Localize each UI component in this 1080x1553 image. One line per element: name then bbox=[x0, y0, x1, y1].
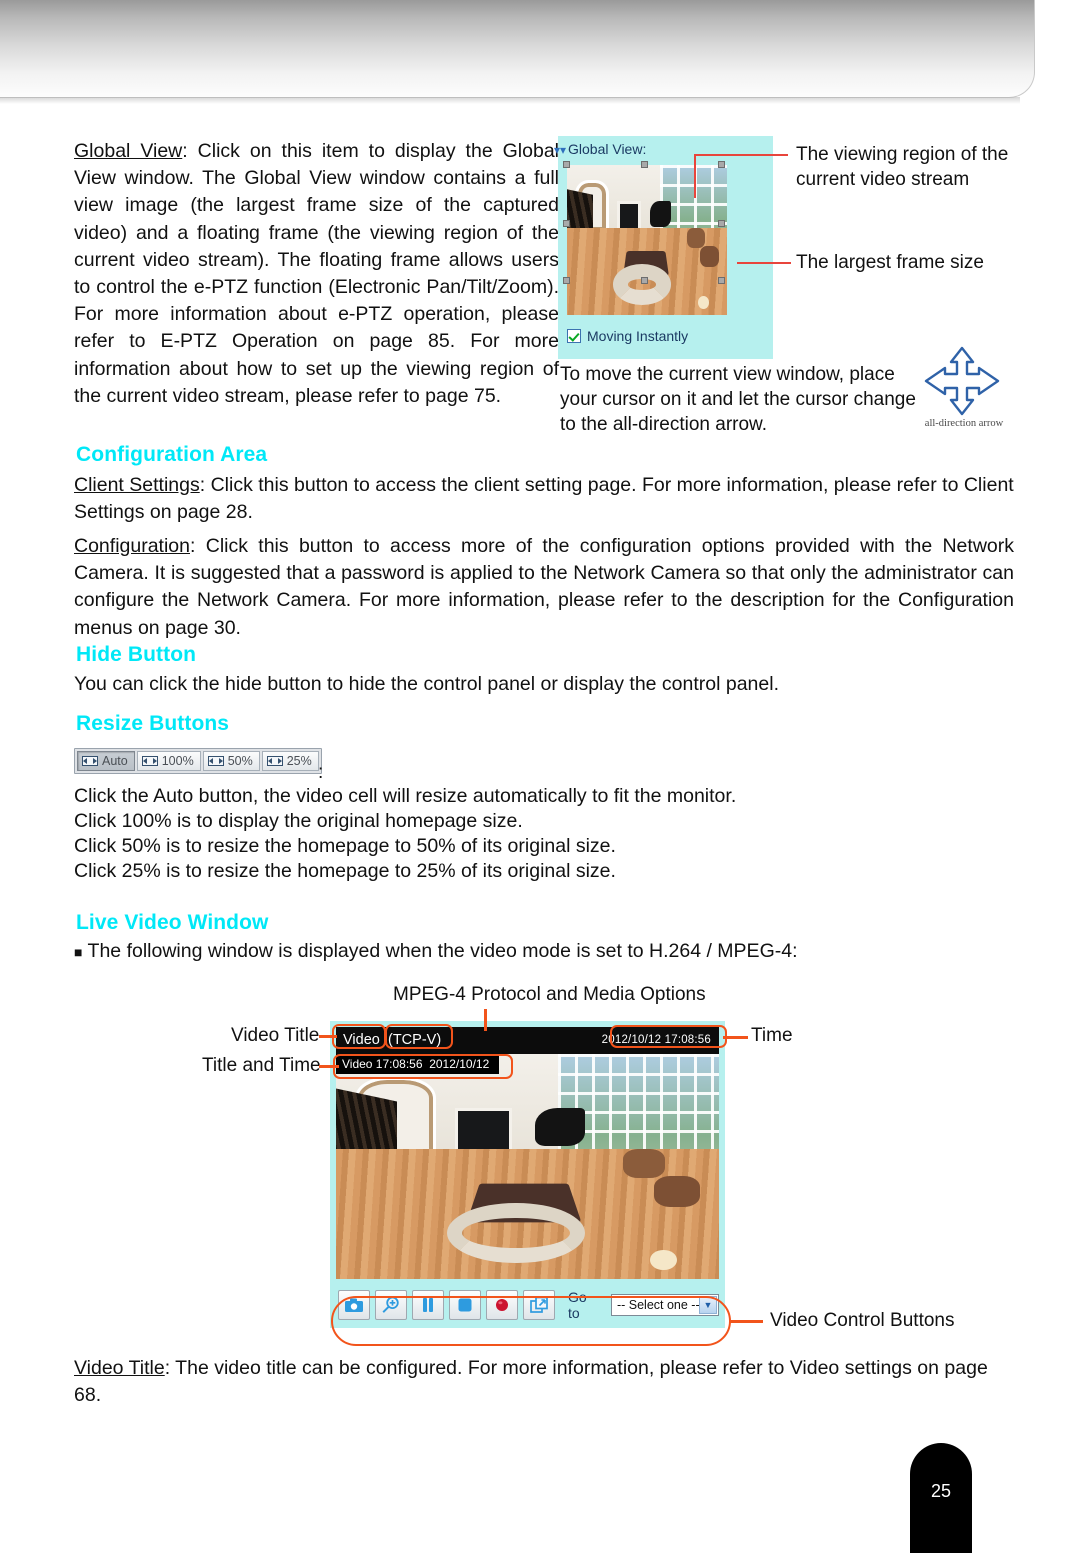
global-view-term: Global View bbox=[74, 140, 183, 162]
callout-leader-viewing-region-v bbox=[694, 154, 696, 198]
resize-handle[interactable] bbox=[718, 220, 725, 227]
heading-configuration-area: Configuration Area bbox=[76, 443, 268, 466]
leader-video-controls bbox=[729, 1320, 763, 1323]
resize-line-4: Click 25% is to resize the homepage to 2… bbox=[74, 860, 616, 882]
callout-largest-frame: The largest frame size bbox=[796, 252, 984, 273]
global-view-panel-title: ▾▾ Global View: bbox=[554, 141, 647, 157]
live-video-bullet: ■ The following window is displayed when… bbox=[74, 938, 1014, 966]
resize-button-50[interactable]: 50% bbox=[202, 751, 260, 771]
global-view-photo bbox=[567, 165, 727, 315]
resize-button-25[interactable]: 25% bbox=[261, 751, 319, 771]
live-video-bullet-text: The following window is displayed when t… bbox=[87, 940, 798, 962]
label-mpeg4-protocol: MPEG-4 Protocol and Media Options bbox=[393, 984, 706, 1005]
hide-button-text: You can click the hide button to hide th… bbox=[74, 673, 779, 695]
ring-protocol bbox=[385, 1024, 453, 1049]
heading-resize-buttons: Resize Buttons bbox=[76, 712, 230, 735]
callout-viewing-region: The viewing region of the current video … bbox=[796, 144, 1009, 190]
configuration-paragraph: Configuration: Click this button to acce… bbox=[74, 533, 1014, 642]
resize-handle[interactable] bbox=[641, 161, 648, 168]
moving-instantly-label: Moving Instantly bbox=[587, 328, 689, 344]
moving-instantly-checkbox[interactable] bbox=[567, 329, 581, 343]
global-view-body: : Click on this item to display the Glob… bbox=[74, 140, 559, 407]
ring-time bbox=[610, 1025, 727, 1048]
resize-button-100[interactable]: 100% bbox=[136, 751, 201, 771]
resize-line-3: Click 50% is to resize the homepage to 5… bbox=[74, 835, 616, 857]
resize-button-auto[interactable]: Auto bbox=[77, 751, 135, 771]
all-direction-arrow-icon bbox=[924, 346, 1000, 416]
resize-arrows-icon bbox=[141, 756, 158, 766]
resize-handle[interactable] bbox=[563, 220, 570, 227]
resize-arrows-icon bbox=[266, 756, 283, 766]
label-video-title: Video Title bbox=[231, 1025, 320, 1046]
client-settings-term: Client Settings bbox=[74, 474, 200, 496]
ring-title-and-time bbox=[333, 1054, 513, 1079]
resize-line-1: Click the Auto button, the video cell wi… bbox=[74, 785, 737, 807]
resize-button-label: Auto bbox=[102, 754, 128, 768]
resize-handle[interactable] bbox=[718, 161, 725, 168]
resize-buttons-widget: Auto 100% 50% 25% bbox=[74, 748, 322, 774]
resize-handle[interactable] bbox=[641, 277, 648, 284]
client-settings-paragraph: Client Settings: Click this button to ac… bbox=[74, 472, 1014, 526]
client-settings-body: : Click this button to access the client… bbox=[74, 474, 1014, 524]
resize-line-2: Click 100% is to display the original ho… bbox=[74, 810, 523, 832]
moving-instantly-row[interactable]: Moving Instantly bbox=[567, 328, 688, 344]
resize-button-label: 100% bbox=[161, 754, 194, 768]
ring-video-title bbox=[332, 1024, 386, 1049]
configuration-term: Configuration bbox=[74, 535, 190, 557]
resize-arrows-icon bbox=[82, 756, 98, 766]
global-view-image-wrap bbox=[563, 161, 727, 315]
global-view-paragraph: Global View: Click on this item to displ… bbox=[74, 138, 559, 410]
label-time: Time bbox=[751, 1025, 793, 1046]
callout-leader-viewing-region-h bbox=[694, 154, 788, 156]
global-view-screenshot-panel: ▾▾ Global View: Moving Instantly bbox=[554, 136, 773, 359]
page-content: Global View: Click on this item to displ… bbox=[0, 0, 1080, 1553]
ring-video-controls bbox=[331, 1296, 731, 1346]
page-number-tab: 25 bbox=[910, 1443, 972, 1553]
resize-arrows-icon bbox=[207, 756, 224, 766]
configuration-body: : Click this button to access more of th… bbox=[74, 535, 1014, 639]
resize-handle[interactable] bbox=[718, 277, 725, 284]
label-title-and-time: Title and Time bbox=[202, 1055, 321, 1076]
all-direction-arrow-caption: all-direction arrow bbox=[924, 418, 1004, 429]
heading-hide-button: Hide Button bbox=[76, 643, 197, 666]
video-title-body: : The video title can be configured. For… bbox=[74, 1357, 988, 1407]
video-title-term: Video Title bbox=[74, 1357, 165, 1379]
resize-buttons-colon: : bbox=[318, 762, 324, 783]
callout-leader-largest-frame bbox=[737, 262, 791, 264]
player-video-area: Video 17:08:56 2012/10/12 bbox=[336, 1054, 719, 1279]
resize-button-label: 50% bbox=[227, 754, 253, 768]
heading-live-video-window: Live Video Window bbox=[76, 911, 269, 934]
resize-button-label: 25% bbox=[286, 754, 312, 768]
resize-handle[interactable] bbox=[563, 277, 570, 284]
leader-protocol bbox=[484, 1009, 487, 1031]
page-number: 25 bbox=[930, 1481, 952, 1501]
label-video-control-buttons: Video Control Buttons bbox=[770, 1310, 955, 1331]
move-window-note: To move the current view window, place y… bbox=[560, 364, 916, 435]
chevron-down-icon: ▾▾ bbox=[554, 143, 567, 157]
bullet-square-icon: ■ bbox=[74, 944, 83, 960]
resize-handle[interactable] bbox=[563, 161, 570, 168]
video-title-paragraph: Video Title: The video title can be conf… bbox=[74, 1355, 1014, 1409]
